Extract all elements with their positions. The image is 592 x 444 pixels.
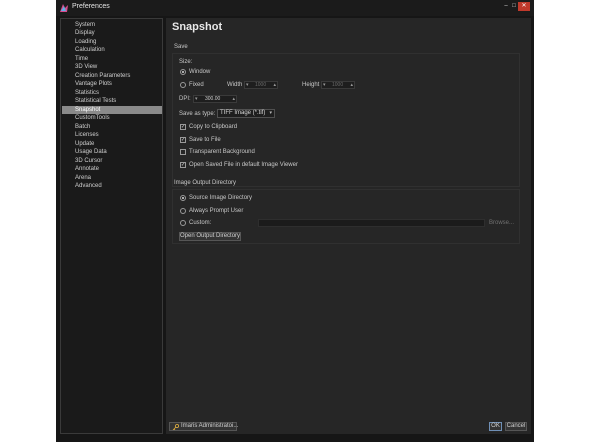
width-spinbox[interactable]: ▾ 1000 ▴: [244, 81, 278, 89]
fixed-option-label: Fixed: [189, 82, 204, 88]
user-button-label: Imaris Administratoi...: [181, 423, 239, 429]
sidebar-item-loading[interactable]: Loading: [62, 38, 162, 46]
sidebar-item-batch[interactable]: Batch: [62, 123, 162, 131]
window-radio[interactable]: [180, 69, 186, 75]
sidebar-item-3d-view[interactable]: 3D View: [62, 63, 162, 71]
browse-button[interactable]: Browse...: [489, 220, 514, 226]
dpi-value: 300.00: [205, 96, 221, 102]
sidebar-item-licenses[interactable]: Licenses: [62, 131, 162, 139]
sidebar-item-arena[interactable]: Arena: [62, 174, 162, 182]
maximize-button[interactable]: □: [510, 2, 518, 11]
snapshot-settings-panel: Snapshot Save Size: Window Fixed Width ▾…: [166, 18, 531, 434]
close-button[interactable]: ✕: [518, 2, 530, 11]
height-spinbox[interactable]: ▾ 1000 ▴: [321, 81, 355, 89]
minimize-button[interactable]: ‒: [502, 2, 510, 11]
sidebar-item-customtools[interactable]: CustomTools: [62, 114, 162, 122]
sidebar-item-time[interactable]: Time: [62, 55, 162, 63]
source-image-directory-radio[interactable]: [180, 195, 186, 201]
sidebar-item-statistics[interactable]: Statistics: [62, 89, 162, 97]
sidebar-item-snapshot[interactable]: Snapshot: [62, 106, 162, 114]
sidebar-item-system[interactable]: System: [62, 21, 162, 29]
height-increment-icon[interactable]: ▴: [350, 82, 353, 88]
transparent-background-label: Transparent Background: [189, 149, 255, 155]
chevron-down-icon: ▾: [269, 110, 272, 116]
window-option-label: Window: [189, 69, 211, 75]
copy-to-clipboard-label: Copy to Clipboard: [189, 124, 238, 130]
custom-directory-label: Custom:: [189, 220, 212, 226]
sidebar-item-creation-parameters[interactable]: Creation Parameters: [62, 72, 162, 80]
dpi-spinbox[interactable]: ▾ 300.00 ▴: [193, 95, 237, 103]
height-decrement-icon[interactable]: ▾: [323, 82, 326, 88]
sidebar-item-update[interactable]: Update: [62, 140, 162, 148]
save-to-file-label: Save to File: [189, 137, 221, 143]
open-saved-file-label: Open Saved File in default Image Viewer: [189, 162, 298, 168]
window-controls: ‒ □ ✕: [504, 2, 530, 12]
save-group-label: Save: [174, 44, 188, 50]
cancel-button[interactable]: Cancel: [505, 422, 527, 431]
user-button[interactable]: Imaris Administratoi...: [169, 422, 239, 431]
save-as-type-value: TIFF Image (*.tif): [220, 110, 266, 116]
width-label: Width: [227, 82, 243, 88]
preferences-sidebar: System Display Loading Calculation Time …: [60, 18, 163, 434]
ok-button[interactable]: OK: [489, 422, 502, 431]
open-saved-file-checkbox[interactable]: ✓: [180, 162, 186, 168]
sidebar-item-display[interactable]: Display: [62, 29, 162, 37]
transparent-background-checkbox[interactable]: [180, 149, 186, 155]
output-group-label: Image Output Directory: [174, 180, 237, 186]
copy-to-clipboard-checkbox[interactable]: ✓: [180, 124, 186, 130]
width-decrement-icon[interactable]: ▾: [246, 82, 249, 88]
sidebar-item-vantage-plots[interactable]: Vantage Plots: [62, 80, 162, 88]
title-bar: Preferences ‒ □ ✕: [56, 0, 534, 16]
height-label: Height: [302, 82, 320, 88]
app-icon: [60, 4, 68, 12]
save-to-file-checkbox[interactable]: ✓: [180, 137, 186, 143]
dpi-decrement-icon[interactable]: ▾: [195, 96, 198, 102]
width-value: 1000: [255, 82, 267, 88]
sidebar-item-advanced[interactable]: Advanced: [62, 182, 162, 190]
size-label: Size:: [179, 59, 193, 65]
page-title: Snapshot: [172, 21, 223, 33]
sidebar-item-calculation[interactable]: Calculation: [62, 46, 162, 54]
sidebar-item-statistical-tests[interactable]: Statistical Tests: [62, 97, 162, 105]
dpi-label: DPI:: [179, 96, 191, 102]
sidebar-item-annotate[interactable]: Annotate: [62, 165, 162, 173]
dpi-increment-icon[interactable]: ▴: [232, 96, 235, 102]
window-title: Preferences: [72, 3, 110, 10]
sidebar-item-3d-cursor[interactable]: 3D Cursor: [62, 157, 162, 165]
custom-directory-input[interactable]: [258, 219, 485, 227]
height-value: 1000: [332, 82, 344, 88]
save-as-type-label: Save as type:: [179, 111, 216, 117]
custom-directory-radio[interactable]: [180, 220, 186, 226]
sidebar-item-usage-data[interactable]: Usage Data: [62, 148, 162, 156]
fixed-radio[interactable]: [180, 82, 186, 88]
width-increment-icon[interactable]: ▴: [273, 82, 276, 88]
always-prompt-user-radio[interactable]: [180, 208, 186, 214]
save-as-type-select[interactable]: TIFF Image (*.tif) ▾: [217, 109, 275, 118]
always-prompt-user-label: Always Prompt User: [189, 208, 244, 214]
source-image-directory-label: Source Image Directory: [189, 195, 253, 201]
key-icon: [172, 424, 179, 430]
open-output-directory-button[interactable]: Open Output Directory: [179, 232, 241, 241]
